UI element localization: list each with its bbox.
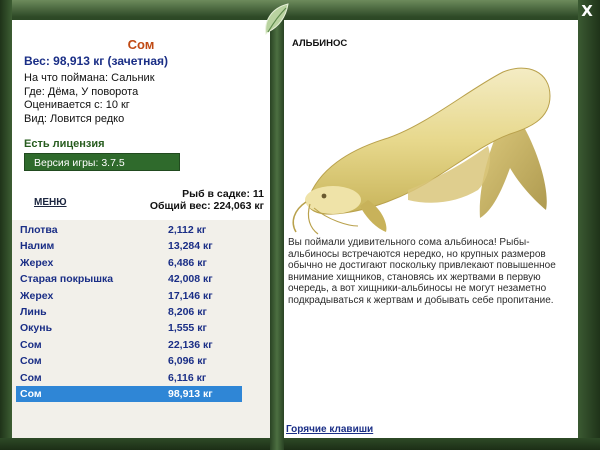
keepnet-count: Рыб в садке: 11 bbox=[182, 188, 264, 200]
menu-button[interactable]: МЕНЮ bbox=[34, 197, 67, 208]
catch-fish-weight: 42,008 кг bbox=[168, 273, 213, 286]
close-button[interactable]: X bbox=[578, 2, 596, 20]
place-info: Где: Дёма, У поворота bbox=[24, 85, 139, 98]
catch-fish-weight: 8,206 кг bbox=[168, 306, 207, 318]
catch-list-row[interactable]: Плотва 2,112 кг bbox=[16, 222, 242, 238]
keepnet-total-weight: Общий вес: 224,063 кг bbox=[149, 200, 264, 212]
window-frame-right bbox=[578, 0, 600, 450]
catch-fish-name: Жерех bbox=[20, 289, 54, 302]
catch-fish-weight: 98,913 кг bbox=[168, 388, 213, 400]
catch-fish-name: Старая покрышка bbox=[20, 273, 114, 286]
catch-list-row[interactable]: Сом 6,096 кг bbox=[16, 353, 242, 369]
fish-weight: Вес: 98,913 кг (зачетная) bbox=[24, 54, 169, 68]
fish-details: На что поймана: Сальник Где: Дёма, У пов… bbox=[24, 72, 155, 126]
kind-info: Вид: Ловится редко bbox=[24, 112, 125, 125]
catch-list-row[interactable]: Налим 13,284 кг bbox=[16, 238, 242, 254]
catch-list-row[interactable]: Жерех 17,146 кг bbox=[16, 288, 242, 304]
leaf-ornament-icon bbox=[265, 3, 289, 36]
catch-list-row[interactable]: Сом 22,136 кг bbox=[16, 337, 242, 353]
catch-fish-weight: 6,116 кг bbox=[168, 371, 207, 384]
window-frame-bottom bbox=[0, 438, 600, 450]
catch-fish-name: Окунь bbox=[20, 322, 53, 335]
panel-divider bbox=[270, 20, 284, 450]
bait-info: На что поймана: Сальник bbox=[24, 72, 155, 84]
catch-fish-name: Сом bbox=[20, 338, 42, 351]
version-bar: Версия игры: 3.7.5 bbox=[24, 153, 180, 171]
license-status: Есть лицензия bbox=[24, 138, 105, 150]
catch-list-row[interactable]: Линь 8,206 кг bbox=[16, 304, 242, 320]
catch-fish-name: Жерех bbox=[20, 256, 54, 269]
catch-list-row[interactable]: Жерех 6,486 кг bbox=[16, 255, 242, 271]
albino-catfish-image bbox=[292, 67, 551, 235]
catch-fish-name: Линь bbox=[20, 306, 47, 318]
catch-fish-weight: 6,096 кг bbox=[168, 355, 207, 368]
catch-list: Плотва 2,112 кг Налим 13,284 кг Жерех 6,486 к… bbox=[12, 220, 270, 438]
albino-tag: АЛЬБИНОС bbox=[292, 38, 348, 49]
catch-fish-name: Плотва bbox=[20, 224, 58, 236]
catch-fish-weight: 6,486 кг bbox=[168, 256, 207, 269]
catch-list-row[interactable]: Старая покрышка 42,008 кг bbox=[16, 271, 242, 287]
window-frame-left bbox=[0, 0, 12, 450]
fish-detail-panel: АЛЬБИНОС Вы поймали удивительного сома а… bbox=[284, 20, 578, 438]
value-info: Оценивается с: 10 кг bbox=[24, 99, 130, 111]
catch-fish-name: Сом bbox=[20, 388, 42, 400]
catch-list-row[interactable]: Окунь 1,555 кг bbox=[16, 320, 242, 336]
catch-list-row[interactable]: Сом 98,913 кг bbox=[16, 386, 242, 403]
catch-fish-weight: 22,136 кг bbox=[168, 338, 213, 351]
catch-fish-name: Налим bbox=[20, 240, 55, 253]
fish-info-panel: Сом Вес: 98,913 кг (зачетная) На что пой… bbox=[12, 20, 270, 220]
catch-fish-name: Сом bbox=[20, 355, 42, 368]
fish-description: Вы поймали удивительного сома альбиноса!… bbox=[288, 237, 556, 306]
hotkeys-link[interactable]: Горячие клавиши bbox=[286, 424, 373, 435]
keepnet-summary: Рыб в садке: 11 Общий вес: 224,063 кг bbox=[150, 188, 264, 212]
catch-fish-weight: 2,112 кг bbox=[168, 224, 207, 236]
catch-fish-weight: 13,284 кг bbox=[168, 240, 213, 253]
fish-name: Сом bbox=[127, 37, 155, 52]
catch-fish-weight: 1,555 кг bbox=[168, 322, 207, 335]
catch-fish-weight: 17,146 кг bbox=[168, 289, 213, 302]
catch-list-row[interactable]: Сом 6,116 кг bbox=[16, 370, 242, 386]
catch-fish-name: Сом bbox=[20, 371, 42, 384]
